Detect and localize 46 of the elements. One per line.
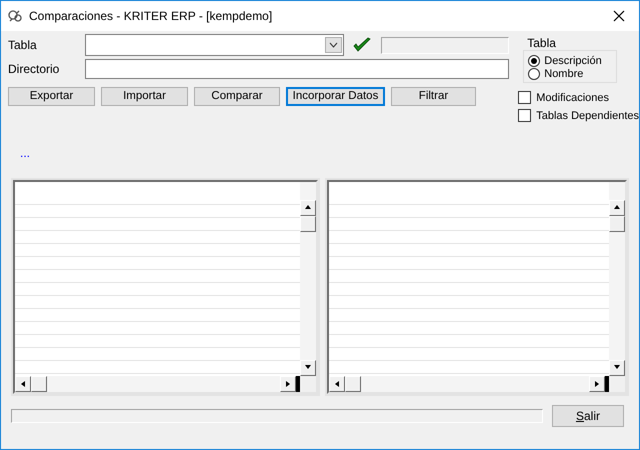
scroll-thumb[interactable] <box>609 216 625 232</box>
checkbox-label: Modificaciones <box>536 92 610 104</box>
arrow-right-icon <box>594 380 600 388</box>
arrow-left-icon <box>334 380 340 388</box>
scroll-down-button[interactable] <box>300 360 316 376</box>
vertical-scrollbar[interactable] <box>609 182 625 376</box>
exit-button[interactable]: Salir <box>552 405 624 427</box>
arrow-right-icon <box>285 380 291 388</box>
directory-field[interactable] <box>85 59 509 79</box>
arrow-up-icon <box>304 204 312 212</box>
checkbox-label: Tablas Dependientes <box>536 110 639 122</box>
action-button[interactable]: Importar <box>101 86 188 106</box>
scroll-right-button[interactable] <box>589 376 605 392</box>
field-label: Tabla <box>8 38 38 52</box>
vertical-scrollbar[interactable] <box>300 182 316 376</box>
radio-label: Descripción <box>544 55 602 67</box>
checkmark-icon <box>353 37 371 53</box>
scroll-thumb[interactable] <box>31 376 47 392</box>
close-icon <box>613 10 625 22</box>
action-button[interactable]: Comparar <box>194 86 280 106</box>
scroll-up-button[interactable] <box>300 200 316 216</box>
scroll-right-button[interactable] <box>280 376 296 392</box>
scroll-left-button[interactable] <box>15 376 31 392</box>
radio-button[interactable] <box>528 68 540 80</box>
action-button[interactable]: Incorporar Datos <box>286 86 385 106</box>
action-button[interactable]: Exportar <box>8 86 95 106</box>
arrow-left-icon <box>20 380 26 388</box>
scroll-down-button[interactable] <box>609 360 625 376</box>
checkbox[interactable] <box>518 109 532 122</box>
scroll-up-button[interactable] <box>609 200 625 216</box>
window-title: Comparaciones - KRITER ERP - [kempdemo] <box>29 9 274 23</box>
horizontal-scrollbar[interactable] <box>329 376 609 392</box>
scroll-thumb[interactable] <box>300 216 316 232</box>
status-text: ... <box>20 146 30 160</box>
group-title: Tabla <box>527 36 557 50</box>
scroll-thumb[interactable] <box>345 376 361 392</box>
horizontal-scrollbar[interactable] <box>15 376 300 392</box>
table-dropdown[interactable] <box>85 34 344 56</box>
arrow-up-icon <box>613 204 621 212</box>
action-button[interactable]: Filtrar <box>391 86 476 106</box>
radio-button[interactable] <box>528 55 540 67</box>
field-label: Directorio <box>8 62 60 76</box>
scroll-left-button[interactable] <box>329 376 345 392</box>
radio-label: Nombre <box>544 68 584 80</box>
checkbox[interactable] <box>518 91 532 104</box>
app-icon <box>7 8 23 24</box>
